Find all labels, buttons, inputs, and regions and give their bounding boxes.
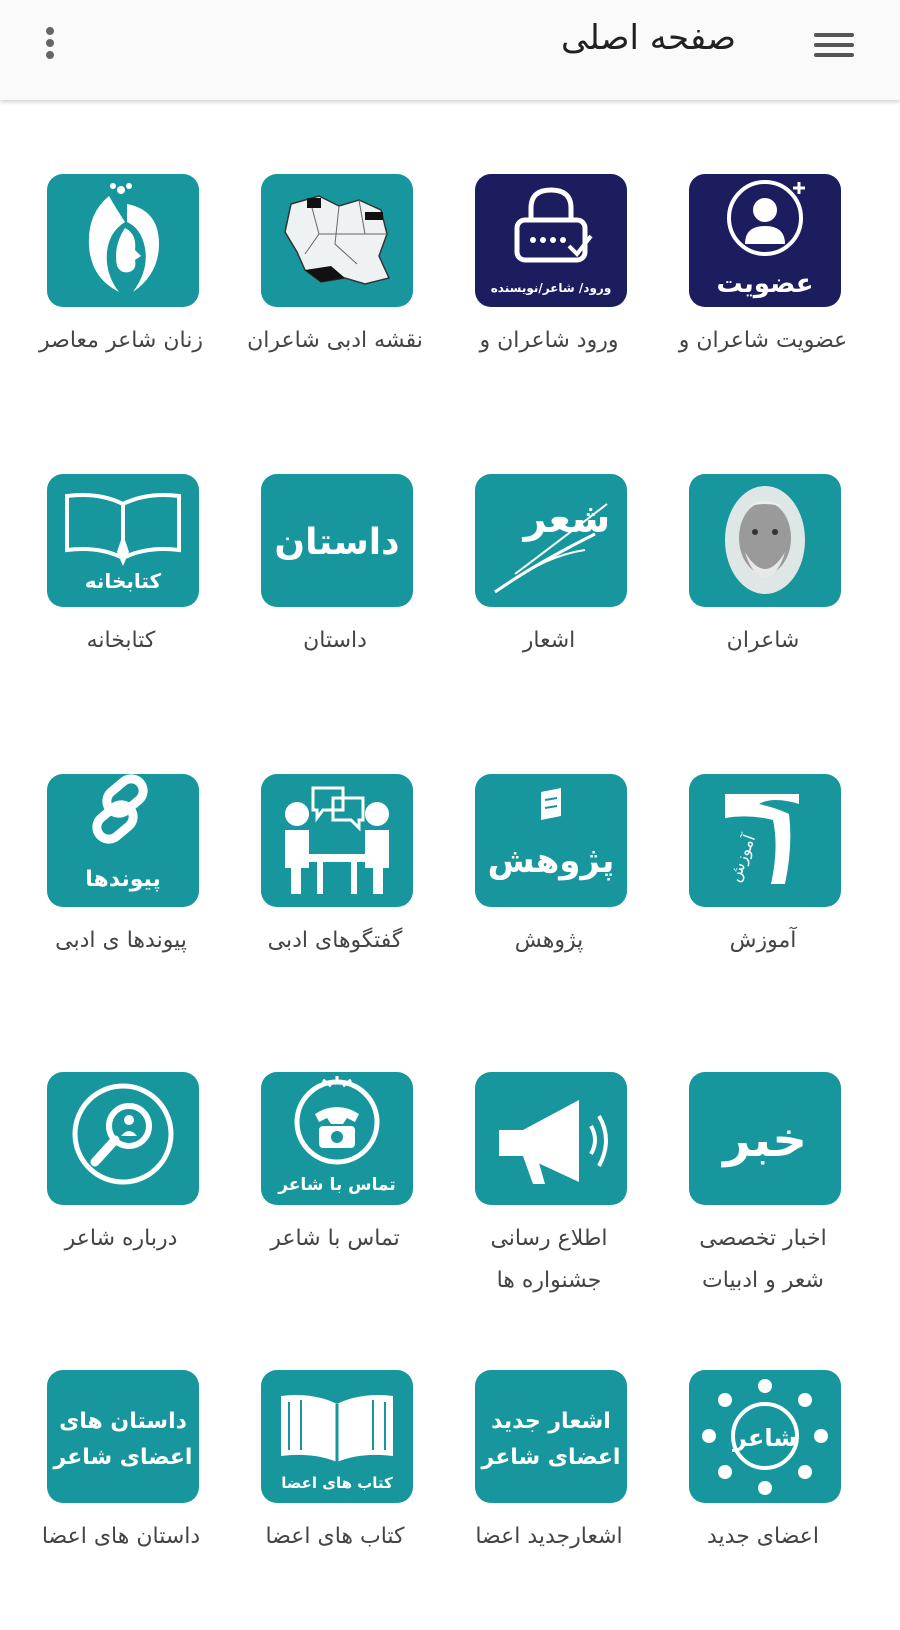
news-icon-text: خبر [721, 1112, 807, 1168]
menu-grid: عضویت عضویت شاعران و ورود/ شاعر/نویسنده … [0, 100, 900, 1600]
contact-icon-text: تماس با شاعر [277, 1175, 396, 1195]
open-book-icon[interactable]: کتابخانه [47, 474, 199, 607]
education-icon[interactable]: آموزش [689, 774, 841, 907]
new-poems-icon[interactable]: اشعار جدید اعضای شاعر [475, 1370, 627, 1503]
tile-education[interactable]: آموزش آموزش [654, 774, 872, 1034]
membership-icon[interactable]: عضویت [689, 174, 841, 307]
members-stories-icon-text2: اعضای شاعر [53, 1445, 193, 1470]
tile-conversations[interactable]: گفتگوهای ادبی [226, 774, 444, 1034]
tile-members-stories[interactable]: داستان های اعضای شاعر داستان های اعضا [12, 1370, 230, 1630]
library-icon-text: کتابخانه [85, 569, 162, 593]
conversation-icon[interactable] [261, 774, 413, 907]
tile-label: نقشه ادبی شاعران [247, 328, 423, 353]
tile-label: اطلاع رسانی [490, 1226, 608, 1251]
tile-label: گفتگوهای ادبی [267, 928, 403, 953]
research-icon-text: پژوهش [488, 841, 615, 881]
tile-label: تماس با شاعر [270, 1226, 400, 1251]
tile-label: داستان های اعضا [41, 1524, 201, 1549]
tile-label: اشعار [522, 628, 576, 653]
members-icon-text: شاعر [732, 1424, 797, 1452]
tile-poems[interactable]: شعر اشعار [440, 474, 658, 734]
about-search-icon[interactable] [47, 1072, 199, 1205]
membership-icon-text: عضویت [717, 269, 814, 299]
education-icon-text: آموزش [725, 831, 761, 885]
tile-label: اخبار تخصصی [699, 1226, 827, 1251]
tile-label: زنان شاعر معاصر [39, 328, 203, 353]
tile-membership[interactable]: عضویت عضویت شاعران و [654, 174, 872, 434]
page-title: صفحه اصلی [561, 18, 736, 58]
more-vert-icon[interactable] [38, 24, 62, 64]
tile-news[interactable]: خبر اخبار تخصصی شعر و ادبیات [654, 1072, 872, 1332]
hamburger-menu-icon[interactable] [812, 28, 856, 60]
tile-library[interactable]: کتابخانه کتابخانه [12, 474, 230, 734]
poet-portrait-icon[interactable] [689, 474, 841, 607]
tile-login[interactable]: ورود/ شاعر/نویسنده ورود شاعران و [440, 174, 658, 434]
tile-stories[interactable]: داستان داستان [226, 474, 444, 734]
tile-about[interactable]: درباره شاعر [12, 1072, 230, 1332]
stories-icon-text: داستان [274, 522, 399, 563]
login-lock-icon[interactable]: ورود/ شاعر/نویسنده [475, 174, 627, 307]
telephone-icon[interactable]: تماس با شاعر [261, 1072, 413, 1205]
members-books-icon[interactable]: کتاب های اعضا [261, 1370, 413, 1503]
tile-poets[interactable]: شاعران [654, 474, 872, 734]
tile-label-line2: جشنواره ها [496, 1268, 602, 1293]
tile-new-poems[interactable]: اشعار جدید اعضای شاعر اشعارجدید اعضا [440, 1370, 658, 1630]
tile-label: ورود شاعران و [479, 328, 619, 353]
news-icon[interactable]: خبر [689, 1072, 841, 1205]
link-icon[interactable]: پیوندها [47, 774, 199, 907]
links-icon-text: پیوندها [85, 867, 161, 892]
login-icon-text: ورود/ شاعر/نویسنده [491, 281, 612, 296]
tile-label: پیوندها ی ادبی [55, 928, 187, 953]
members-circle-icon[interactable]: شاعر [689, 1370, 841, 1503]
members-stories-icon[interactable]: داستان های اعضای شاعر [47, 1370, 199, 1503]
new-poems-icon-text2: اعضای شاعر [481, 1445, 621, 1470]
tile-research[interactable]: پژوهش پژوهش [440, 774, 658, 1034]
tile-label: کتاب های اعضا [265, 1524, 405, 1549]
poetry-calligraphy-icon[interactable]: شعر [475, 474, 627, 607]
tile-label-line2: شعر و ادبیات [702, 1268, 824, 1293]
tile-label: اعضای جدید [706, 1524, 820, 1549]
tile-label: اشعارجدید اعضا [475, 1524, 623, 1549]
tile-links[interactable]: پیوندها پیوندها ی ادبی [12, 774, 230, 1034]
iran-map-icon[interactable] [261, 174, 413, 307]
tile-label: شاعران [726, 628, 800, 653]
tile-new-members[interactable]: شاعر اعضای جدید [654, 1370, 872, 1630]
tile-label: عضویت شاعران و [678, 328, 848, 353]
megaphone-icon[interactable] [475, 1072, 627, 1205]
woman-profile-icon[interactable] [47, 174, 199, 307]
tile-label: کتابخانه [86, 628, 156, 653]
members-stories-icon-text: داستان های [59, 1409, 187, 1434]
story-calligraphy-icon[interactable]: داستان [261, 474, 413, 607]
new-poems-icon-text: اشعار جدید [491, 1409, 611, 1434]
research-icon[interactable]: پژوهش [475, 774, 627, 907]
tile-label: داستان [303, 628, 367, 653]
tile-label: درباره شاعر [64, 1226, 178, 1251]
app-bar: صفحه اصلی [0, 0, 900, 100]
tile-announcements[interactable]: اطلاع رسانی جشنواره ها [440, 1072, 658, 1332]
tile-members-books[interactable]: کتاب های اعضا کتاب های اعضا [226, 1370, 444, 1630]
tile-literary-map[interactable]: نقشه ادبی شاعران [226, 174, 444, 434]
tile-contact[interactable]: تماس با شاعر تماس با شاعر [226, 1072, 444, 1332]
tile-label: آموزش [729, 928, 797, 953]
tile-label: پژوهش [514, 928, 584, 953]
members-books-icon-text: کتاب های اعضا [281, 1474, 393, 1492]
tile-women-poets[interactable]: زنان شاعر معاصر [12, 174, 230, 434]
